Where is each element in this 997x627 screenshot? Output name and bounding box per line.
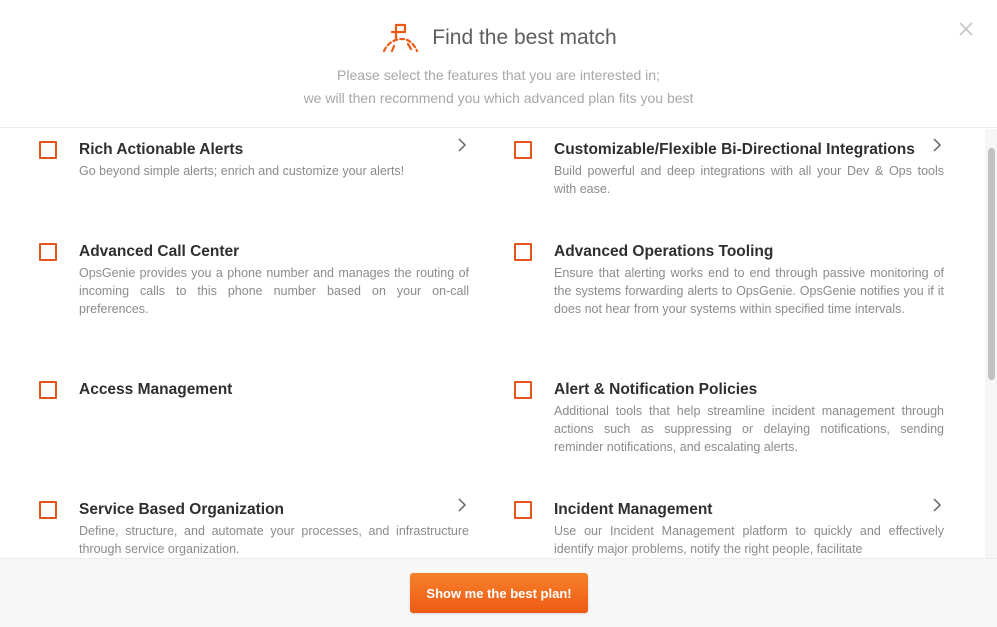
feature-title: Incident Management [554, 501, 713, 518]
chevron-right-icon[interactable] [932, 138, 942, 152]
feature-title: Advanced Call Center [79, 243, 240, 260]
chevron-right-icon[interactable] [457, 138, 467, 152]
feature-bidirectional-integrations: Customizable/Flexible Bi-Directional Int… [475, 129, 985, 239]
feature-checkbox[interactable] [514, 141, 532, 159]
feature-access-management: Access Management [0, 369, 490, 469]
modal-subtitle-line2: we will then recommend you which advance… [303, 90, 694, 106]
modal-subtitle-line1: Please select the features that you are … [337, 67, 660, 83]
feature-title: Customizable/Flexible Bi-Directional Int… [554, 141, 915, 158]
feature-alert-notification-policies: Alert & Notification Policies Additional… [475, 369, 985, 489]
feature-description: Go beyond simple alerts; enrich and cust… [79, 164, 405, 178]
feature-checkbox[interactable] [514, 501, 532, 519]
feature-description: Define, structure, and automate your pro… [79, 524, 469, 556]
feature-checkbox[interactable] [514, 381, 532, 399]
show-best-plan-button[interactable]: Show me the best plan! [410, 573, 588, 613]
feature-description: Use our Incident Management platform to … [554, 524, 944, 556]
find-best-match-modal: Find the best match Please select the fe… [0, 0, 997, 627]
feature-checkbox[interactable] [514, 243, 532, 261]
feature-checkbox[interactable] [39, 501, 57, 519]
feature-checkbox[interactable] [39, 243, 57, 261]
feature-title: Rich Actionable Alerts [79, 141, 244, 158]
modal-header: Find the best match Please select the fe… [0, 0, 997, 128]
feature-description: Build powerful and deep integrations wit… [554, 164, 944, 196]
features-list: Rich Actionable Alerts Go beyond simple … [0, 129, 985, 558]
feature-checkbox[interactable] [39, 381, 57, 399]
chevron-right-icon[interactable] [932, 498, 942, 512]
flag-path-icon [383, 23, 419, 53]
feature-title: Service Based Organization [79, 501, 285, 518]
chevron-right-icon[interactable] [457, 498, 467, 512]
feature-title: Advanced Operations Tooling [554, 243, 774, 260]
feature-service-based-organization: Service Based Organization Define, struc… [0, 489, 490, 558]
modal-title: Find the best match [432, 26, 617, 49]
feature-description: OpsGenie provides you a phone number and… [79, 266, 469, 316]
close-icon[interactable] [957, 20, 975, 38]
feature-title: Alert & Notification Policies [554, 381, 758, 398]
feature-title: Access Management [79, 381, 233, 398]
feature-description: Ensure that alerting works end to end th… [554, 266, 944, 316]
feature-advanced-call-center: Advanced Call Center OpsGenie provides y… [0, 231, 490, 351]
scrollbar-thumb[interactable] [988, 148, 995, 380]
feature-advanced-operations-tooling: Advanced Operations Tooling Ensure that … [475, 231, 985, 361]
feature-checkbox[interactable] [39, 141, 57, 159]
title-row: Find the best match [0, 18, 997, 58]
feature-description: Additional tools that help streamline in… [554, 404, 944, 454]
feature-incident-management: Incident Management Use our Incident Man… [475, 489, 985, 558]
feature-rich-actionable-alerts: Rich Actionable Alerts Go beyond simple … [0, 129, 490, 239]
